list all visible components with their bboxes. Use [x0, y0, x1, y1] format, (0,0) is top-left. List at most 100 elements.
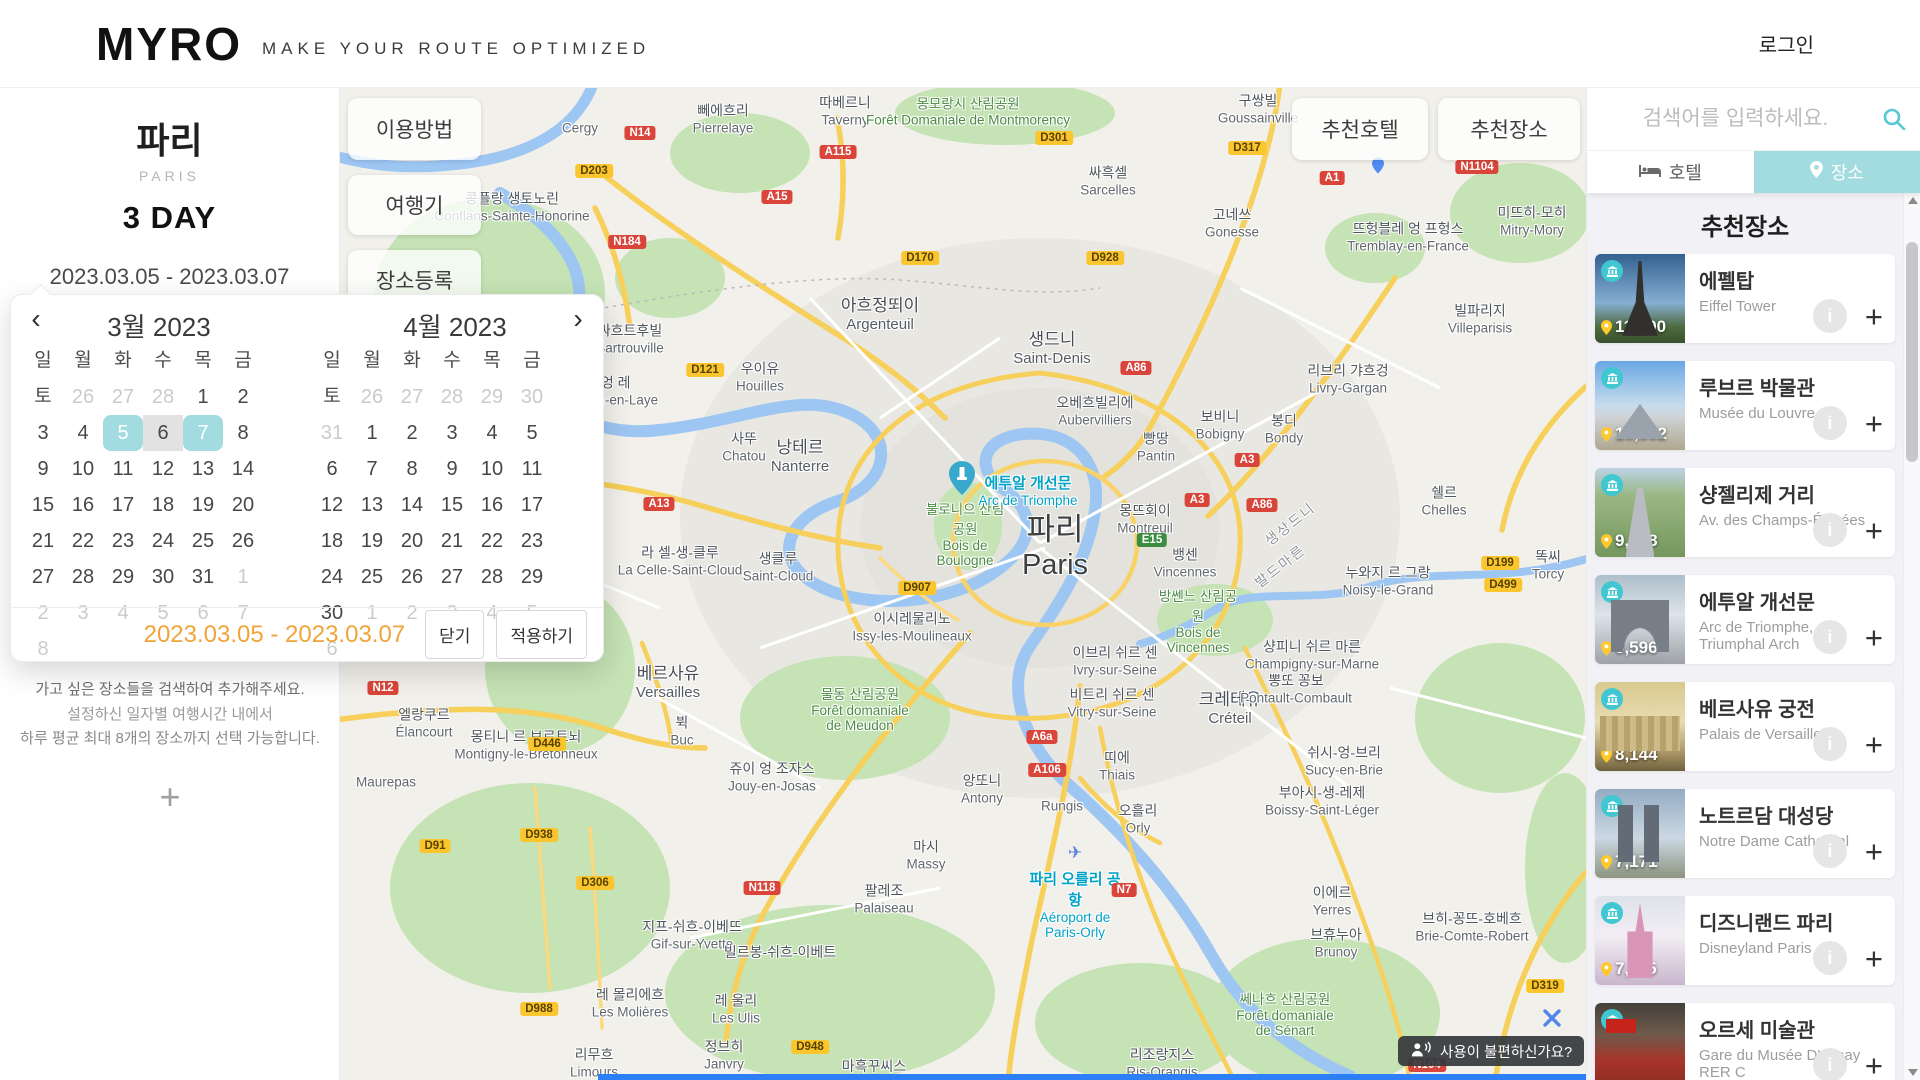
calendar-day[interactable]: 22	[63, 523, 103, 559]
feedback-button[interactable]: 사용이 불편하신가요?	[1398, 1036, 1584, 1066]
calendar-day[interactable]: 24	[143, 523, 183, 559]
trip-date-range[interactable]: 2023.03.05 - 2023.03.07	[0, 264, 339, 290]
calendar-day[interactable]: 26	[63, 379, 103, 415]
travelogue-button[interactable]: 여행기	[348, 175, 481, 235]
calendar-day[interactable]: 18	[143, 487, 183, 523]
place-card[interactable]: 11,490에펠탑Eiffel Toweri+	[1595, 254, 1895, 343]
calendar-day[interactable]: 10	[472, 451, 512, 487]
calendar-day[interactable]: 23	[103, 523, 143, 559]
calendar-day[interactable]: 27	[432, 559, 472, 595]
calendar-day[interactable]: 7	[352, 451, 392, 487]
calendar-day[interactable]: 17	[512, 487, 552, 523]
calendar-day[interactable]: 15	[432, 487, 472, 523]
add-place-button[interactable]: +	[1865, 943, 1883, 974]
tab-places[interactable]: 장소	[1754, 151, 1920, 193]
calendar-day[interactable]: 3	[23, 415, 63, 451]
calendar-day[interactable]: 5	[512, 415, 552, 451]
calendar-prev-icon[interactable]: ‹	[21, 303, 51, 335]
calendar-day[interactable]: 20	[223, 487, 263, 523]
calendar-day[interactable]: 6	[312, 451, 352, 487]
apply-button[interactable]: 적용하기	[496, 610, 587, 659]
calendar-day[interactable]: 18	[312, 523, 352, 559]
calendar-day[interactable]: 12	[312, 487, 352, 523]
calendar-day[interactable]: 25	[183, 523, 223, 559]
login-button[interactable]: 로그인	[1759, 29, 1814, 58]
calendar-day[interactable]: 30	[512, 379, 552, 415]
calendar-day[interactable]: 20	[392, 523, 432, 559]
calendar-day[interactable]: 12	[143, 451, 183, 487]
info-icon[interactable]: i	[1813, 620, 1847, 654]
place-card[interactable]: 7,115디즈니랜드 파리Disneyland Parisi+	[1595, 896, 1895, 985]
calendar-day[interactable]: 26	[392, 559, 432, 595]
calendar-day[interactable]: 15	[23, 487, 63, 523]
calendar-day[interactable]: 9	[23, 451, 63, 487]
calendar-day[interactable]: 29	[103, 559, 143, 595]
calendar-day[interactable]: 21	[432, 523, 472, 559]
add-place-button[interactable]: +	[1865, 836, 1883, 867]
info-icon[interactable]: i	[1813, 1048, 1847, 1080]
scroll-up-icon[interactable]	[1908, 197, 1918, 204]
calendar-day[interactable]: 28	[432, 379, 472, 415]
info-icon[interactable]: i	[1813, 941, 1847, 975]
add-place-button[interactable]: +	[1865, 301, 1883, 332]
calendar-day[interactable]: 16	[472, 487, 512, 523]
calendar-day[interactable]: 2	[392, 415, 432, 451]
calendar-day[interactable]: 4	[472, 415, 512, 451]
calendar-day[interactable]: 31	[183, 559, 223, 595]
calendar-day[interactable]: 3	[432, 415, 472, 451]
calendar-day[interactable]: 19	[352, 523, 392, 559]
calendar-day[interactable]: 27	[392, 379, 432, 415]
place-card[interactable]: 7,171노트르담 대성당Notre Dame Cathedrali+	[1595, 789, 1895, 878]
calendar-day[interactable]: 27	[103, 379, 143, 415]
list-scrollbar[interactable]	[1903, 193, 1920, 1080]
calendar-day[interactable]: 26	[223, 523, 263, 559]
calendar-day[interactable]: 29	[472, 379, 512, 415]
info-icon[interactable]: i	[1813, 513, 1847, 547]
close-icon[interactable]	[1540, 1006, 1564, 1030]
recommended-places-button[interactable]: 추천장소	[1438, 98, 1580, 160]
calendar-day[interactable]: 8	[223, 415, 263, 451]
calendar-day[interactable]: 31	[312, 415, 352, 451]
recommended-hotels-button[interactable]: 추천호텔	[1292, 98, 1428, 160]
calendar-day[interactable]: 11	[103, 451, 143, 487]
calendar-day[interactable]: 28	[143, 379, 183, 415]
add-place-button[interactable]: +	[1865, 622, 1883, 653]
calendar-day[interactable]: 8	[392, 451, 432, 487]
calendar-day[interactable]: 16	[63, 487, 103, 523]
place-card[interactable]: 오르세 미술관Gare du Musée D'Orsay RER Ci+	[1595, 1003, 1895, 1080]
calendar-day[interactable]: 1	[223, 559, 263, 595]
calendar-day[interactable]: 1	[352, 415, 392, 451]
close-button[interactable]: 닫기	[425, 610, 484, 659]
calendar-day[interactable]: 25	[352, 559, 392, 595]
calendar-next-icon[interactable]: ›	[563, 303, 593, 335]
calendar-day[interactable]: 9	[432, 451, 472, 487]
info-icon[interactable]: i	[1813, 299, 1847, 333]
scrollbar-thumb[interactable]	[1906, 242, 1918, 462]
calendar-day[interactable]: 24	[312, 559, 352, 595]
calendar-day[interactable]: 29	[512, 559, 552, 595]
calendar-day[interactable]: 22	[472, 523, 512, 559]
place-card[interactable]: 9,288샹젤리제 거리Av. des Champs-Élyséesi+	[1595, 468, 1895, 557]
calendar-day[interactable]: 4	[63, 415, 103, 451]
search-icon[interactable]	[1882, 107, 1906, 136]
calendar-day[interactable]: 13	[183, 451, 223, 487]
calendar-day[interactable]: 14	[392, 487, 432, 523]
info-icon[interactable]: i	[1813, 727, 1847, 761]
place-card[interactable]: 8,596에투알 개선문Arc de Triomphe, Triumphal A…	[1595, 575, 1895, 664]
calendar-day[interactable]: 10	[63, 451, 103, 487]
calendar-day[interactable]: 11	[512, 451, 552, 487]
calendar-day[interactable]: 5	[103, 415, 143, 451]
calendar-day[interactable]: 28	[472, 559, 512, 595]
info-icon[interactable]: i	[1813, 406, 1847, 440]
howto-button[interactable]: 이용방법	[348, 98, 481, 160]
calendar-day[interactable]: 26	[352, 379, 392, 415]
add-place-button[interactable]: +	[1865, 729, 1883, 760]
calendar-day[interactable]: 13	[352, 487, 392, 523]
place-card[interactable]: 8,144베르사유 궁전Palais de Versaillesi+	[1595, 682, 1895, 771]
calendar-day[interactable]: 14	[223, 451, 263, 487]
scroll-down-icon[interactable]	[1908, 1069, 1918, 1076]
add-place-button[interactable]: +	[1865, 408, 1883, 439]
calendar-day[interactable]: 19	[183, 487, 223, 523]
place-card[interactable]: 10,302루브르 박물관Musée du Louvrei+	[1595, 361, 1895, 450]
calendar-day[interactable]: 7	[183, 415, 223, 451]
